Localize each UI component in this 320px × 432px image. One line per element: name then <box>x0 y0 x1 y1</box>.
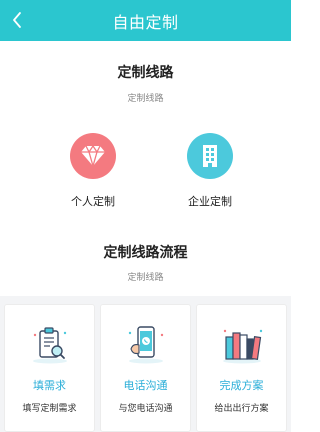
step-title: 填需求 <box>33 379 66 392</box>
section-title-custom-route: 定制线路 <box>117 65 174 81</box>
phone-call-icon <box>121 325 171 365</box>
personal-custom-option[interactable]: 个人定制 <box>43 133 143 209</box>
process-step-phone-call[interactable]: 电话沟通 与您电话沟通 <box>100 304 191 432</box>
enterprise-custom-label: 企业定制 <box>188 195 232 208</box>
chevron-left-icon <box>13 12 21 28</box>
section-subtitle-custom-route: 定制线路 <box>127 94 164 104</box>
step-description: 与您电话沟通 <box>118 404 173 414</box>
personal-custom-label: 个人定制 <box>71 195 115 208</box>
top-bar: 自由定制 <box>0 0 291 41</box>
enterprise-custom-option[interactable]: 企业定制 <box>160 133 260 209</box>
diamond-icon <box>70 133 116 179</box>
books-icon <box>217 325 267 365</box>
back-button[interactable] <box>6 8 28 32</box>
building-icon <box>187 133 233 179</box>
step-description: 给出出行方案 <box>214 404 269 414</box>
section-subtitle-process: 定制线路 <box>127 273 164 283</box>
step-title: 电话沟通 <box>123 379 168 392</box>
page-title: 自由定制 <box>112 12 179 32</box>
step-description: 填写定制需求 <box>22 404 77 414</box>
process-step-fill-request[interactable]: 填需求 填写定制需求 <box>4 304 95 432</box>
process-step-complete-plan[interactable]: 完成方案 给出出行方案 <box>196 304 287 432</box>
step-title: 完成方案 <box>219 379 264 392</box>
section-title-process: 定制线路流程 <box>103 245 188 261</box>
clipboard-search-icon <box>25 325 75 365</box>
